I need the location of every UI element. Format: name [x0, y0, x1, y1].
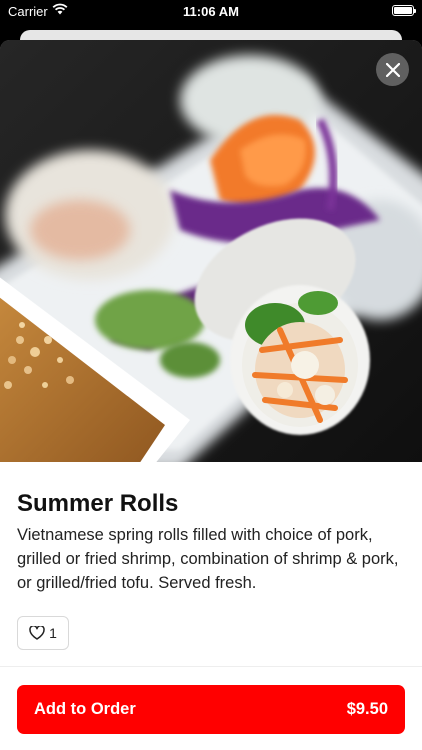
item-detail-sheet: Summer Rolls Vietnamese spring rolls fil… — [0, 40, 422, 750]
like-count: 1 — [49, 625, 57, 641]
divider — [0, 666, 422, 667]
battery-icon — [392, 5, 416, 16]
item-title: Summer Rolls — [17, 490, 179, 517]
like-button[interactable]: 1 — [17, 616, 69, 650]
add-to-order-label: Add to Order — [34, 700, 136, 718]
item-description: Vietnamese spring rolls filled with choi… — [17, 526, 399, 592]
add-to-order-button[interactable]: Add to Order $9.50 — [17, 685, 405, 734]
heart-icon — [29, 626, 45, 640]
status-bar: Carrier 11:06 AM — [0, 0, 422, 24]
food-photo — [0, 40, 422, 462]
clock: 11:06 AM — [183, 4, 239, 19]
close-button[interactable] — [376, 53, 409, 86]
close-icon — [385, 62, 400, 77]
order-price: $9.50 — [346, 700, 388, 718]
